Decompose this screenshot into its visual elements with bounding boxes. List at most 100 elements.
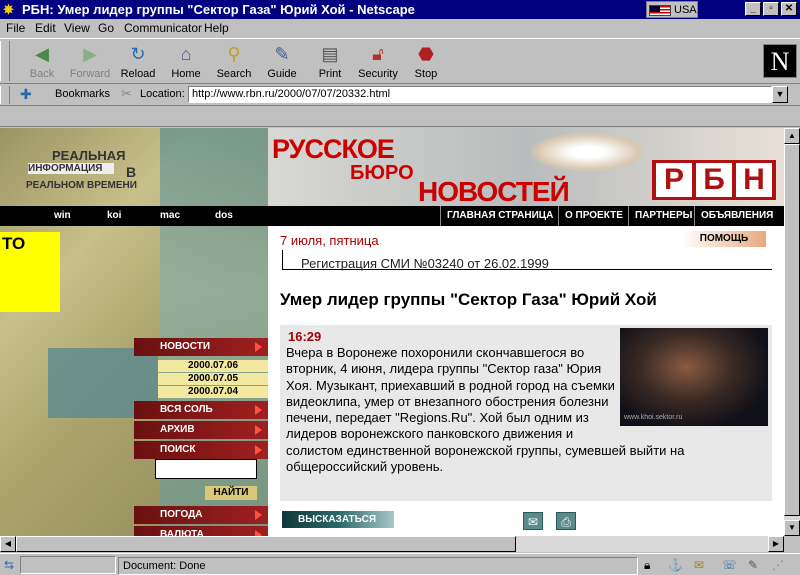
logo-line-2: БЮРО [350, 162, 414, 184]
date-link-0704[interactable]: 2000.07.04 [158, 386, 268, 398]
article-line: печени, передает "Regions.Ru". Хой был о… [286, 410, 589, 426]
nav-about[interactable]: О ПРОЕКТЕ [565, 210, 623, 221]
us-flag-icon [649, 5, 671, 16]
navigation-toolbar: ◀ Back ▶ Forward ↻ Reload ⌂ Home ⚲ Search ✎ Gu… [0, 38, 800, 84]
menu-view[interactable]: View [64, 21, 90, 35]
menu-all-salt[interactable]: ВСЯ СОЛЬ [134, 401, 268, 419]
logo-letter-b: Б [696, 163, 732, 197]
mail-icon[interactable]: ✉ [694, 558, 704, 572]
title-bar: ✵ РБН: Умер лидер группы "Сектор Газа" Ю… [0, 0, 800, 19]
logo-line-3: НОВОСТЕЙ [418, 176, 570, 207]
menu-file[interactable]: File [6, 21, 25, 35]
location-grip[interactable] [0, 86, 10, 104]
back-arrow-icon: ◀ [35, 44, 49, 64]
article-body: Вчера в Воронеже похоронили скончавшегос… [286, 345, 684, 475]
toolbar-grip[interactable] [0, 41, 10, 81]
security-button[interactable]: 🔓︎ Security [353, 41, 403, 83]
horizontal-scroll-thumb[interactable] [16, 536, 516, 552]
nav-partners[interactable]: ПАРТНЕРЫ [635, 210, 692, 221]
minimize-button[interactable]: _ [745, 2, 761, 16]
scroll-up-icon[interactable]: ▲ [784, 128, 800, 144]
help-button[interactable]: ПОМОЩЬ [682, 231, 766, 247]
yellow-banner[interactable]: ТО [0, 232, 60, 312]
encoding-koi[interactable]: koi [107, 210, 121, 221]
encoding-bar: win koi mac dos [0, 206, 268, 226]
scroll-left-icon[interactable]: ◀ [0, 536, 16, 552]
menu-communicator[interactable]: Communicator [124, 21, 202, 35]
nav-ads[interactable]: ОБЪЯВЛЕНИЯ [701, 210, 773, 221]
encoding-win[interactable]: win [54, 210, 71, 221]
send-article-icon[interactable]: ✉ [523, 512, 543, 530]
horizontal-scrollbar[interactable]: ◀ ▶ [0, 536, 784, 552]
navigator-icon[interactable]: ⚓ [668, 558, 683, 572]
encoding-dos[interactable]: dos [215, 210, 233, 221]
article-photo: www.khoi.sektor.ru [620, 328, 768, 426]
article-box: 16:29 Вчера в Воронеже похоронили сконча… [280, 325, 772, 501]
page-proxy-icon[interactable]: ✂ [121, 86, 132, 102]
guide-button[interactable]: ✎ Guide [257, 41, 307, 83]
site-nav-bar: ГЛАВНАЯ СТРАНИЦА О ПРОЕКТЕ ПАРТНЕРЫ ОБЪЯ… [268, 206, 784, 226]
menu-help[interactable]: Help [204, 21, 229, 35]
search-button[interactable]: ⚲ Search [209, 41, 259, 83]
article-time: 16:29 [288, 329, 322, 344]
article-headline: Умер лидер группы "Сектор Газа" Юрий Хой [280, 290, 657, 309]
bookmarks-icon[interactable]: ✚ [20, 86, 32, 103]
home-button[interactable]: ⌂ Home [161, 41, 211, 83]
print-button[interactable]: ▤ Print [305, 41, 355, 83]
date-link-0705[interactable]: 2000.07.05 [158, 373, 268, 385]
reload-icon: ↻ [130, 44, 146, 64]
date-link-0706[interactable]: 2000.07.06 [158, 360, 268, 372]
realtime-slogan: РЕАЛЬНАЯ ИНФОРМАЦИЯ В РЕАЛЬНОМ ВРЕМЕНИ [26, 148, 137, 191]
scroll-right-icon[interactable]: ▶ [768, 536, 784, 552]
find-button[interactable]: НАЙТИ [205, 486, 257, 500]
menu-weather[interactable]: ПОГОДА [134, 506, 268, 524]
article-line: видеоклипа, умер от внезапного обострени… [286, 393, 609, 409]
registration-line: Регистрация СМИ №03240 от 26.02.1999 [282, 250, 772, 271]
menu-archive[interactable]: АРХИВ [134, 421, 268, 439]
print-article-icon[interactable]: ⎙ [556, 512, 576, 530]
photo-caption: www.khoi.sektor.ru [624, 414, 683, 421]
bookmarks-button[interactable]: Bookmarks [55, 88, 110, 100]
encoding-mac[interactable]: mac [160, 210, 180, 221]
vertical-scroll-thumb[interactable] [784, 144, 800, 516]
article-line: Вчера в Воронеже похоронили скончавшегос… [286, 345, 585, 360]
home-icon: ⌂ [180, 44, 192, 64]
personal-toolbar [0, 107, 800, 127]
url-dropdown-button[interactable]: ▼ [772, 86, 788, 103]
resize-grip-icon[interactable]: ⋰ [772, 558, 784, 572]
vertical-scrollbar[interactable]: ▲ ▼ [784, 128, 800, 536]
menu-bar: File Edit View Go Communicator Help [0, 19, 800, 37]
rbn-logo[interactable]: Р Б Н [652, 160, 776, 200]
menu-edit[interactable]: Edit [35, 21, 56, 35]
coffee-cup-image [528, 132, 648, 172]
composer-icon[interactable]: ✎ [748, 558, 758, 572]
stop-button[interactable]: ⬣ Stop [401, 41, 451, 83]
article-line: Хоя. Музыкант, приехавший в родной город… [286, 377, 615, 393]
left-decorative-panel: РЕАЛЬНАЯ ИНФОРМАЦИЯ В РЕАЛЬНОМ ВРЕМЕНИ w… [0, 128, 268, 536]
nav-home[interactable]: ГЛАВНАЯ СТРАНИЦА [447, 210, 553, 221]
forward-button[interactable]: ▶ Forward [65, 41, 115, 83]
search-icon: ⚲ [227, 44, 241, 64]
reload-button[interactable]: ↻ Reload [113, 41, 163, 83]
guide-icon: ✎ [274, 44, 290, 64]
close-button[interactable]: ✕ [781, 2, 797, 16]
maximize-button[interactable]: ▫ [763, 2, 779, 16]
article-line: вторник, 4 июня, лидера группы "Сектор г… [286, 361, 602, 377]
back-button[interactable]: ◀ Back [17, 41, 67, 83]
menu-go[interactable]: Go [98, 21, 114, 35]
location-label: Location: [140, 88, 185, 100]
netscape-app-icon: ✵ [3, 2, 14, 17]
discussions-icon[interactable]: ☏ [722, 558, 737, 572]
site-search-input[interactable] [155, 459, 257, 479]
menu-currency[interactable]: ВАЛЮТА [134, 526, 268, 536]
registration-text: Регистрация СМИ №03240 от 26.02.1999 [301, 256, 549, 271]
comment-button[interactable]: ВЫСКАЗАТЬСЯ [282, 511, 394, 528]
menu-news[interactable]: НОВОСТИ [134, 338, 268, 356]
security-lock-icon[interactable]: 🔒︎ [644, 558, 650, 573]
netscape-logo[interactable]: N [763, 44, 797, 78]
scroll-down-icon[interactable]: ▼ [784, 520, 800, 536]
language-indicator[interactable]: USA [646, 1, 698, 18]
logo-line-1: РУССКОЕ [272, 134, 395, 164]
menu-search[interactable]: ПОИСК [134, 441, 268, 459]
url-input[interactable]: http://www.rbn.ru/2000/07/07/20332.html [188, 86, 772, 103]
